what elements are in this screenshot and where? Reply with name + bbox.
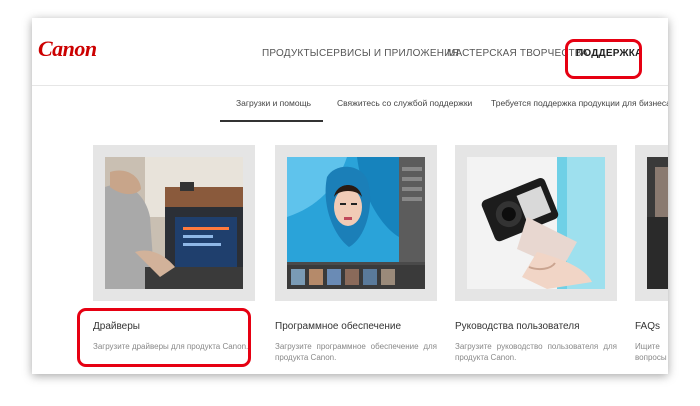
card-drivers-image[interactable]: [93, 145, 255, 301]
faqs-photo: [647, 157, 668, 289]
card-title-manuals[interactable]: Руководства пользователя: [455, 321, 580, 332]
manuals-photo: [467, 157, 605, 289]
browser-page: Canon ПРОДУКТЫ СЕРВИСЫ И ПРИЛОЖЕНИЯ МАСТ…: [32, 18, 668, 374]
subnav-contact-support[interactable]: Свяжитесь со службой поддержки: [337, 98, 472, 108]
software-photo: [287, 157, 425, 289]
subnav-downloads-help[interactable]: Загрузки и помощь: [236, 98, 311, 108]
card-title-software[interactable]: Программное обеспечение: [275, 321, 401, 332]
highlight-support: [565, 39, 642, 79]
canon-logo[interactable]: Canon: [38, 36, 97, 62]
card-software-image[interactable]: [275, 145, 437, 301]
card-desc-faqs: Ищите вопросы: [635, 342, 667, 362]
nav-services-apps[interactable]: СЕРВИСЫ И ПРИЛОЖЕНИЯ: [319, 48, 459, 59]
card-manuals-image[interactable]: [455, 145, 617, 301]
header-divider: [32, 85, 668, 86]
card-desc-software: Загрузите программное обеспечение для пр…: [275, 342, 437, 362]
subnav-active-indicator: [220, 120, 323, 122]
highlight-drivers: [77, 308, 251, 367]
card-title-faqs[interactable]: FAQs: [635, 321, 660, 332]
nav-products[interactable]: ПРОДУКТЫ: [262, 48, 319, 59]
card-desc-manuals: Загрузите руководство пользователя для п…: [455, 342, 617, 362]
drivers-photo: [105, 157, 243, 289]
card-faqs-image[interactable]: [635, 145, 668, 301]
subnav-business-support[interactable]: Требуется поддержка продукции для бизнес…: [491, 98, 668, 108]
